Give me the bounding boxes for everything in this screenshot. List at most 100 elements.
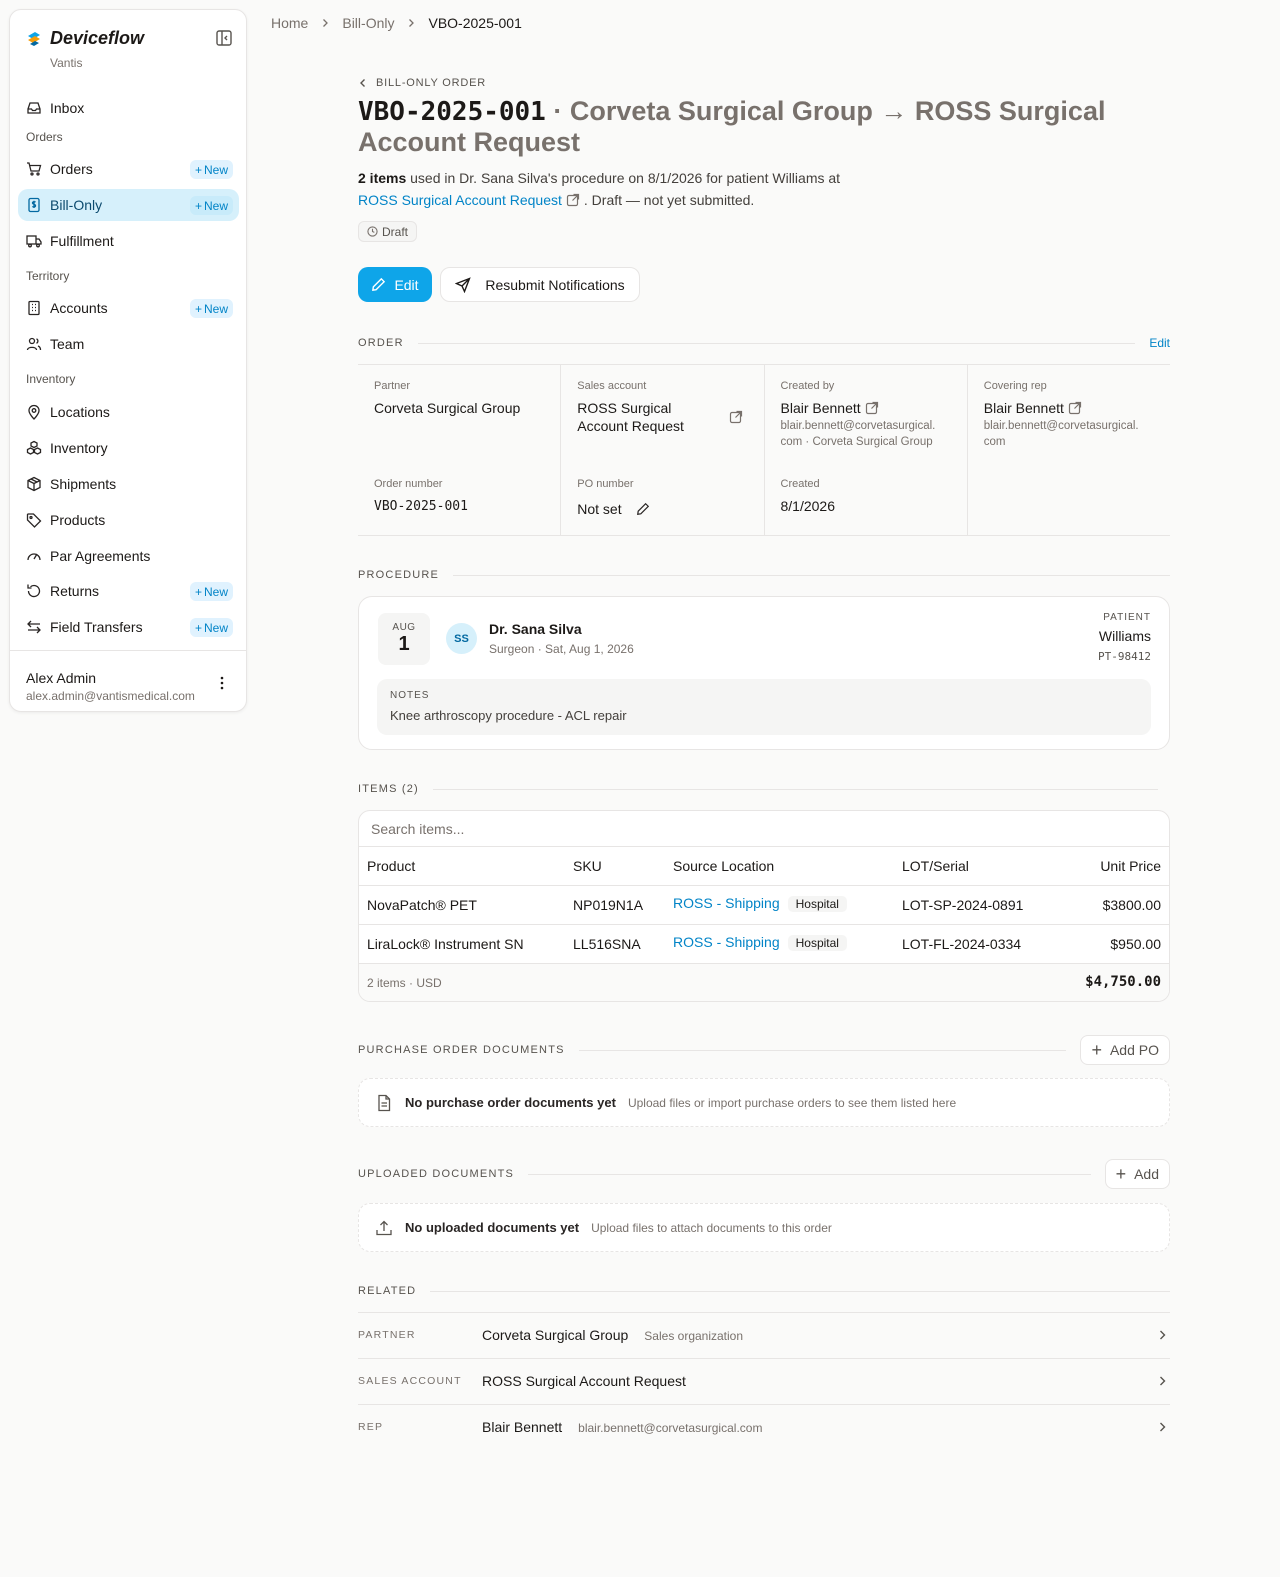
sidebar-collapse-icon[interactable] [215,29,233,47]
related-subtext: Sales organization [644,1329,744,1343]
column-header[interactable]: Product [367,858,415,874]
column-header[interactable]: Unit Price [1100,858,1161,874]
items-search-input[interactable]: Search items... [359,811,1169,847]
related-label: REP [358,1421,384,1433]
source-location-link[interactable]: ROSS - Shipping [673,895,780,911]
new-account-button[interactable]: + New [189,299,233,318]
sidebar-item-fulfillment[interactable]: Fulfillment [18,225,239,257]
related-partner-row[interactable]: PARTNER Corveta Surgical Group Sales orga… [358,1312,1170,1358]
covering-rep-link[interactable]: Blair Bennett [984,399,1082,417]
sales-account-link[interactable]: ROSS Surgical Account Request [577,399,684,435]
add-po-button[interactable]: + Add PO [1080,1035,1170,1065]
order-number-label: Order number [374,478,443,490]
breadcrumb-bill-only[interactable]: Bill-Only [342,15,394,31]
plus-icon: + [194,162,202,177]
external-link-icon[interactable] [1068,401,1082,415]
add-document-button[interactable]: + Add [1104,1159,1170,1189]
related-value-text: Blair Bennett [482,1419,563,1435]
divider [578,1049,1067,1051]
more-vertical-icon[interactable] [214,675,230,691]
nav-section-orders: Orders [26,130,63,144]
sidebar-item-label: Fulfillment [50,233,114,249]
external-link-icon[interactable] [729,410,743,424]
avatar: SS [446,623,477,654]
sidebar-item-returns[interactable]: Returns + New [18,575,239,607]
sidebar-item-shipments[interactable]: Shipments [18,468,239,500]
section-title: UPLOADED DOCUMENTS [358,1168,515,1180]
invoice-icon [26,197,42,213]
related-value: ROSS Surgical Account Request [482,1373,686,1389]
sidebar-item-field-transfers[interactable]: Field Transfers + New [18,611,239,643]
resubmit-label: Resubmit Notifications [485,276,625,293]
nav-section-inventory: Inventory [26,372,76,386]
summary-account-link[interactable]: ROSS Surgical Account Request [358,192,562,208]
email-line-1: blair.bennett@corvetasurgical. [780,420,936,432]
external-link-icon[interactable] [865,401,879,415]
chevron-right-icon [1160,1330,1166,1340]
product-cell: LiraLock® Instrument SN [367,936,524,952]
new-order-button[interactable]: + New [189,160,233,179]
empty-subtitle: Upload files or import purchase orders t… [627,1095,957,1110]
column-header[interactable]: LOT/Serial [902,858,969,874]
section-title: ORDER [358,337,404,349]
related-sales-account-row[interactable]: SALES ACCOUNT ROSS Surgical Account Requ… [358,1358,1170,1404]
sales-account-line2: Account Request [577,418,684,434]
new-field-transfer-button[interactable]: + New [189,618,233,637]
chevron-right-icon [1160,1422,1166,1432]
related-subtext: blair.bennett@corvetasurgical.com [578,1421,763,1435]
sidebar-item-products[interactable]: Products [18,504,239,536]
po-number-value: Not set [577,500,621,518]
chevron-right-icon [1160,1376,1166,1386]
uploaded-documents-section-header: UPLOADED DOCUMENTS + Add [358,1158,1170,1190]
brand[interactable]: Deviceflow [26,28,144,49]
order-section-header: ORDER Edit [358,335,1170,351]
sidebar-item-accounts[interactable]: Accounts + New [18,292,239,324]
column-header[interactable]: SKU [573,858,602,874]
new-return-button[interactable]: + New [189,582,233,601]
sidebar-item-locations[interactable]: Locations [18,396,239,428]
section-title: PURCHASE ORDER DOCUMENTS [358,1044,565,1056]
new-bill-only-button[interactable]: + New [189,196,233,215]
pencil-icon[interactable] [636,502,650,516]
divider [432,788,1158,790]
edit-button-label: Edit [394,276,419,293]
created-by-link[interactable]: Blair Bennett [781,399,879,417]
order-edit-link[interactable]: Edit [1149,336,1170,350]
users-icon [26,336,42,352]
po-documents-empty-state: No purchase order documents yet Upload f… [358,1078,1170,1127]
map-pin-icon [26,404,42,420]
related-section-header: RELATED [358,1283,1170,1299]
external-link-icon[interactable] [566,193,580,207]
sidebar-item-inventory[interactable]: Inventory [18,432,239,464]
order-summary: 2 items used in Dr. Sana Silva's procedu… [358,167,878,211]
sidebar-item-label: Accounts [50,300,108,316]
notes-text: Knee arthroscopy procedure - ACL repair [390,708,627,723]
table-row[interactable]: NovaPatch® PET NP019N1A ROSS - Shipping H… [359,886,1169,925]
covering-rep-email: blair.bennett@corvetasurgical. com [984,418,1156,450]
summary-text: used in Dr. Sana Silva's procedure on 8/… [406,170,841,186]
sidebar-item-label: Inventory [50,440,108,456]
pencil-icon [372,277,386,291]
resubmit-notifications-button[interactable]: Resubmit Notifications [440,267,640,302]
edit-button[interactable]: Edit [358,267,432,302]
section-title: PROCEDURE [358,569,440,581]
plus-icon: + [1115,1163,1127,1184]
column-header[interactable]: Source Location [673,858,774,874]
sales-account-column: Sales account ROSS Surgical Account Reque… [561,365,765,535]
po-documents-section-header: PURCHASE ORDER DOCUMENTS + Add PO [358,1034,1170,1066]
source-location-link[interactable]: ROSS - Shipping [673,934,780,950]
user-profile[interactable]: Alex Admin alex.admin@vantismedical.com [10,650,246,712]
table-row[interactable]: LiraLock® Instrument SN LL516SNA ROSS - … [359,925,1169,964]
send-icon [455,276,472,293]
plus-icon: + [194,620,202,635]
sidebar-item-par-agreements[interactable]: Par Agreements [18,540,239,572]
sidebar-item-team[interactable]: Team [18,328,239,360]
po-number-label: PO number [577,478,634,490]
chevron-left-icon [360,79,365,87]
related-rep-row[interactable]: REP Blair Bennett blair.bennett@corvetasu… [358,1404,1170,1450]
sidebar-item-orders[interactable]: Orders + New [18,153,239,185]
breadcrumb-home[interactable]: Home [271,15,308,31]
sidebar-item-inbox[interactable]: Inbox [18,92,239,124]
sidebar-item-bill-only[interactable]: Bill-Only + New [18,189,239,221]
back-link[interactable]: BILL-ONLY ORDER [358,77,486,89]
